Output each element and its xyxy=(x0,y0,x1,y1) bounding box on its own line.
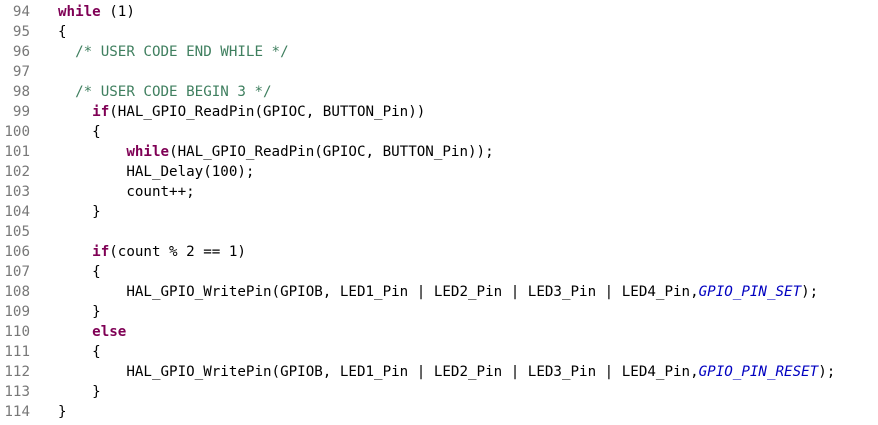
code-text[interactable]: else xyxy=(58,322,126,342)
code-line[interactable]: 100 { xyxy=(0,122,878,142)
macro-token: GPIO_PIN_RESET xyxy=(698,364,819,380)
code-line[interactable]: 109 } xyxy=(0,302,878,322)
code-text[interactable]: /* USER CODE BEGIN 3 */ xyxy=(58,82,272,102)
code-token: { xyxy=(58,264,101,280)
keyword-token: if xyxy=(92,244,110,260)
code-line[interactable]: 107 { xyxy=(0,262,878,282)
code-token: (1) xyxy=(100,4,135,20)
code-text[interactable]: if(count % 2 == 1) xyxy=(58,242,246,262)
code-token: (HAL_GPIO_ReadPin(GPIOC, BUTTON_Pin)); xyxy=(169,144,494,160)
code-line[interactable]: 101 while(HAL_GPIO_ReadPin(GPIOC, BUTTON… xyxy=(0,142,878,162)
code-token: { xyxy=(58,124,101,140)
line-number: 96 xyxy=(12,44,30,60)
code-line[interactable]: 96 /* USER CODE END WHILE */ xyxy=(0,42,878,62)
code-text[interactable]: } xyxy=(58,382,101,402)
code-text[interactable]: { xyxy=(58,342,101,362)
code-token: } xyxy=(58,304,101,320)
line-number: 99 xyxy=(12,104,30,120)
code-token: ); xyxy=(801,284,819,300)
line-number: 114 xyxy=(4,404,30,420)
code-token: { xyxy=(58,24,67,40)
code-line[interactable]: 97 xyxy=(0,62,878,82)
macro-token: GPIO_PIN_SET xyxy=(698,284,802,300)
line-number: 94 xyxy=(12,4,30,20)
code-text[interactable]: HAL_GPIO_WritePin(GPIOB, LED1_Pin | LED2… xyxy=(58,282,818,302)
line-number: 104 xyxy=(4,204,30,220)
code-text[interactable]: count++; xyxy=(58,182,195,202)
code-line[interactable]: 102 HAL_Delay(100); xyxy=(0,162,878,182)
line-number: 103 xyxy=(4,184,30,200)
keyword-token: while xyxy=(126,144,170,160)
line-number: 97 xyxy=(12,64,30,80)
code-token: } xyxy=(58,384,101,400)
keyword-token: if xyxy=(92,104,110,120)
code-line[interactable]: 105 xyxy=(0,222,878,242)
code-line[interactable]: 99 if(HAL_GPIO_ReadPin(GPIOC, BUTTON_Pin… xyxy=(0,102,878,122)
code-line[interactable]: 111 { xyxy=(0,342,878,362)
code-line[interactable]: 106 if(count % 2 == 1) xyxy=(0,242,878,262)
code-text[interactable]: { xyxy=(58,262,101,282)
line-number: 108 xyxy=(4,284,30,300)
line-number: 100 xyxy=(4,124,30,140)
code-line[interactable]: 112 HAL_GPIO_WritePin(GPIOB, LED1_Pin | … xyxy=(0,362,878,382)
code-line[interactable]: 108 HAL_GPIO_WritePin(GPIOB, LED1_Pin | … xyxy=(0,282,878,302)
code-line[interactable]: 95 { xyxy=(0,22,878,42)
code-token: count++; xyxy=(58,184,195,200)
keyword-token: else xyxy=(92,324,127,340)
line-number: 101 xyxy=(4,144,30,160)
line-number: 113 xyxy=(4,384,30,400)
code-text[interactable]: HAL_GPIO_WritePin(GPIOB, LED1_Pin | LED2… xyxy=(58,362,835,382)
code-text[interactable]: /* USER CODE END WHILE */ xyxy=(58,42,289,62)
line-number: 111 xyxy=(4,344,30,360)
code-editor[interactable]: 94 while (1) 95 {96 /* USER CODE END WHILE … xyxy=(0,0,878,425)
comment-token: /* USER CODE END WHILE */ xyxy=(75,44,289,60)
line-number: 105 xyxy=(4,224,30,240)
code-token: } xyxy=(58,404,67,420)
code-token: (HAL_GPIO_ReadPin(GPIOC, BUTTON_Pin)) xyxy=(109,104,426,120)
code-line[interactable]: 103 count++; xyxy=(0,182,878,202)
code-token: { xyxy=(58,344,101,360)
line-number: 110 xyxy=(4,324,30,340)
code-text[interactable]: { xyxy=(58,122,101,142)
line-number: 106 xyxy=(4,244,30,260)
code-text[interactable]: } xyxy=(58,202,101,222)
code-token: HAL_GPIO_WritePin(GPIOB, LED1_Pin | LED2… xyxy=(58,364,699,380)
code-line[interactable]: 114} xyxy=(0,402,878,422)
code-line[interactable]: 94 while (1) xyxy=(0,2,878,22)
line-number: 98 xyxy=(12,84,30,100)
code-line[interactable]: 98 /* USER CODE BEGIN 3 */ xyxy=(0,82,878,102)
code-token: ); xyxy=(818,364,836,380)
line-number: 109 xyxy=(4,304,30,320)
line-number: 112 xyxy=(4,364,30,380)
code-line[interactable]: 104 } xyxy=(0,202,878,222)
code-token: HAL_GPIO_WritePin(GPIOB, LED1_Pin | LED2… xyxy=(58,284,699,300)
code-text[interactable]: } xyxy=(58,302,101,322)
code-text[interactable]: if(HAL_GPIO_ReadPin(GPIOC, BUTTON_Pin)) xyxy=(58,102,425,122)
code-line[interactable]: 113 } xyxy=(0,382,878,402)
code-line[interactable]: 110 else xyxy=(0,322,878,342)
code-token: } xyxy=(58,204,101,220)
code-text[interactable]: } xyxy=(58,402,67,422)
line-number: 107 xyxy=(4,264,30,280)
line-number: 95 xyxy=(12,24,30,40)
code-text[interactable]: while (1) xyxy=(58,2,135,22)
keyword-token: while xyxy=(58,4,101,20)
code-text[interactable]: { xyxy=(58,22,67,42)
comment-token: /* USER CODE BEGIN 3 */ xyxy=(75,84,272,100)
code-token: (count % 2 == 1) xyxy=(109,244,246,260)
line-number: 102 xyxy=(4,164,30,180)
code-text[interactable]: HAL_Delay(100); xyxy=(58,162,254,182)
code-text[interactable]: while(HAL_GPIO_ReadPin(GPIOC, BUTTON_Pin… xyxy=(58,142,494,162)
code-token: HAL_Delay(100); xyxy=(58,164,255,180)
